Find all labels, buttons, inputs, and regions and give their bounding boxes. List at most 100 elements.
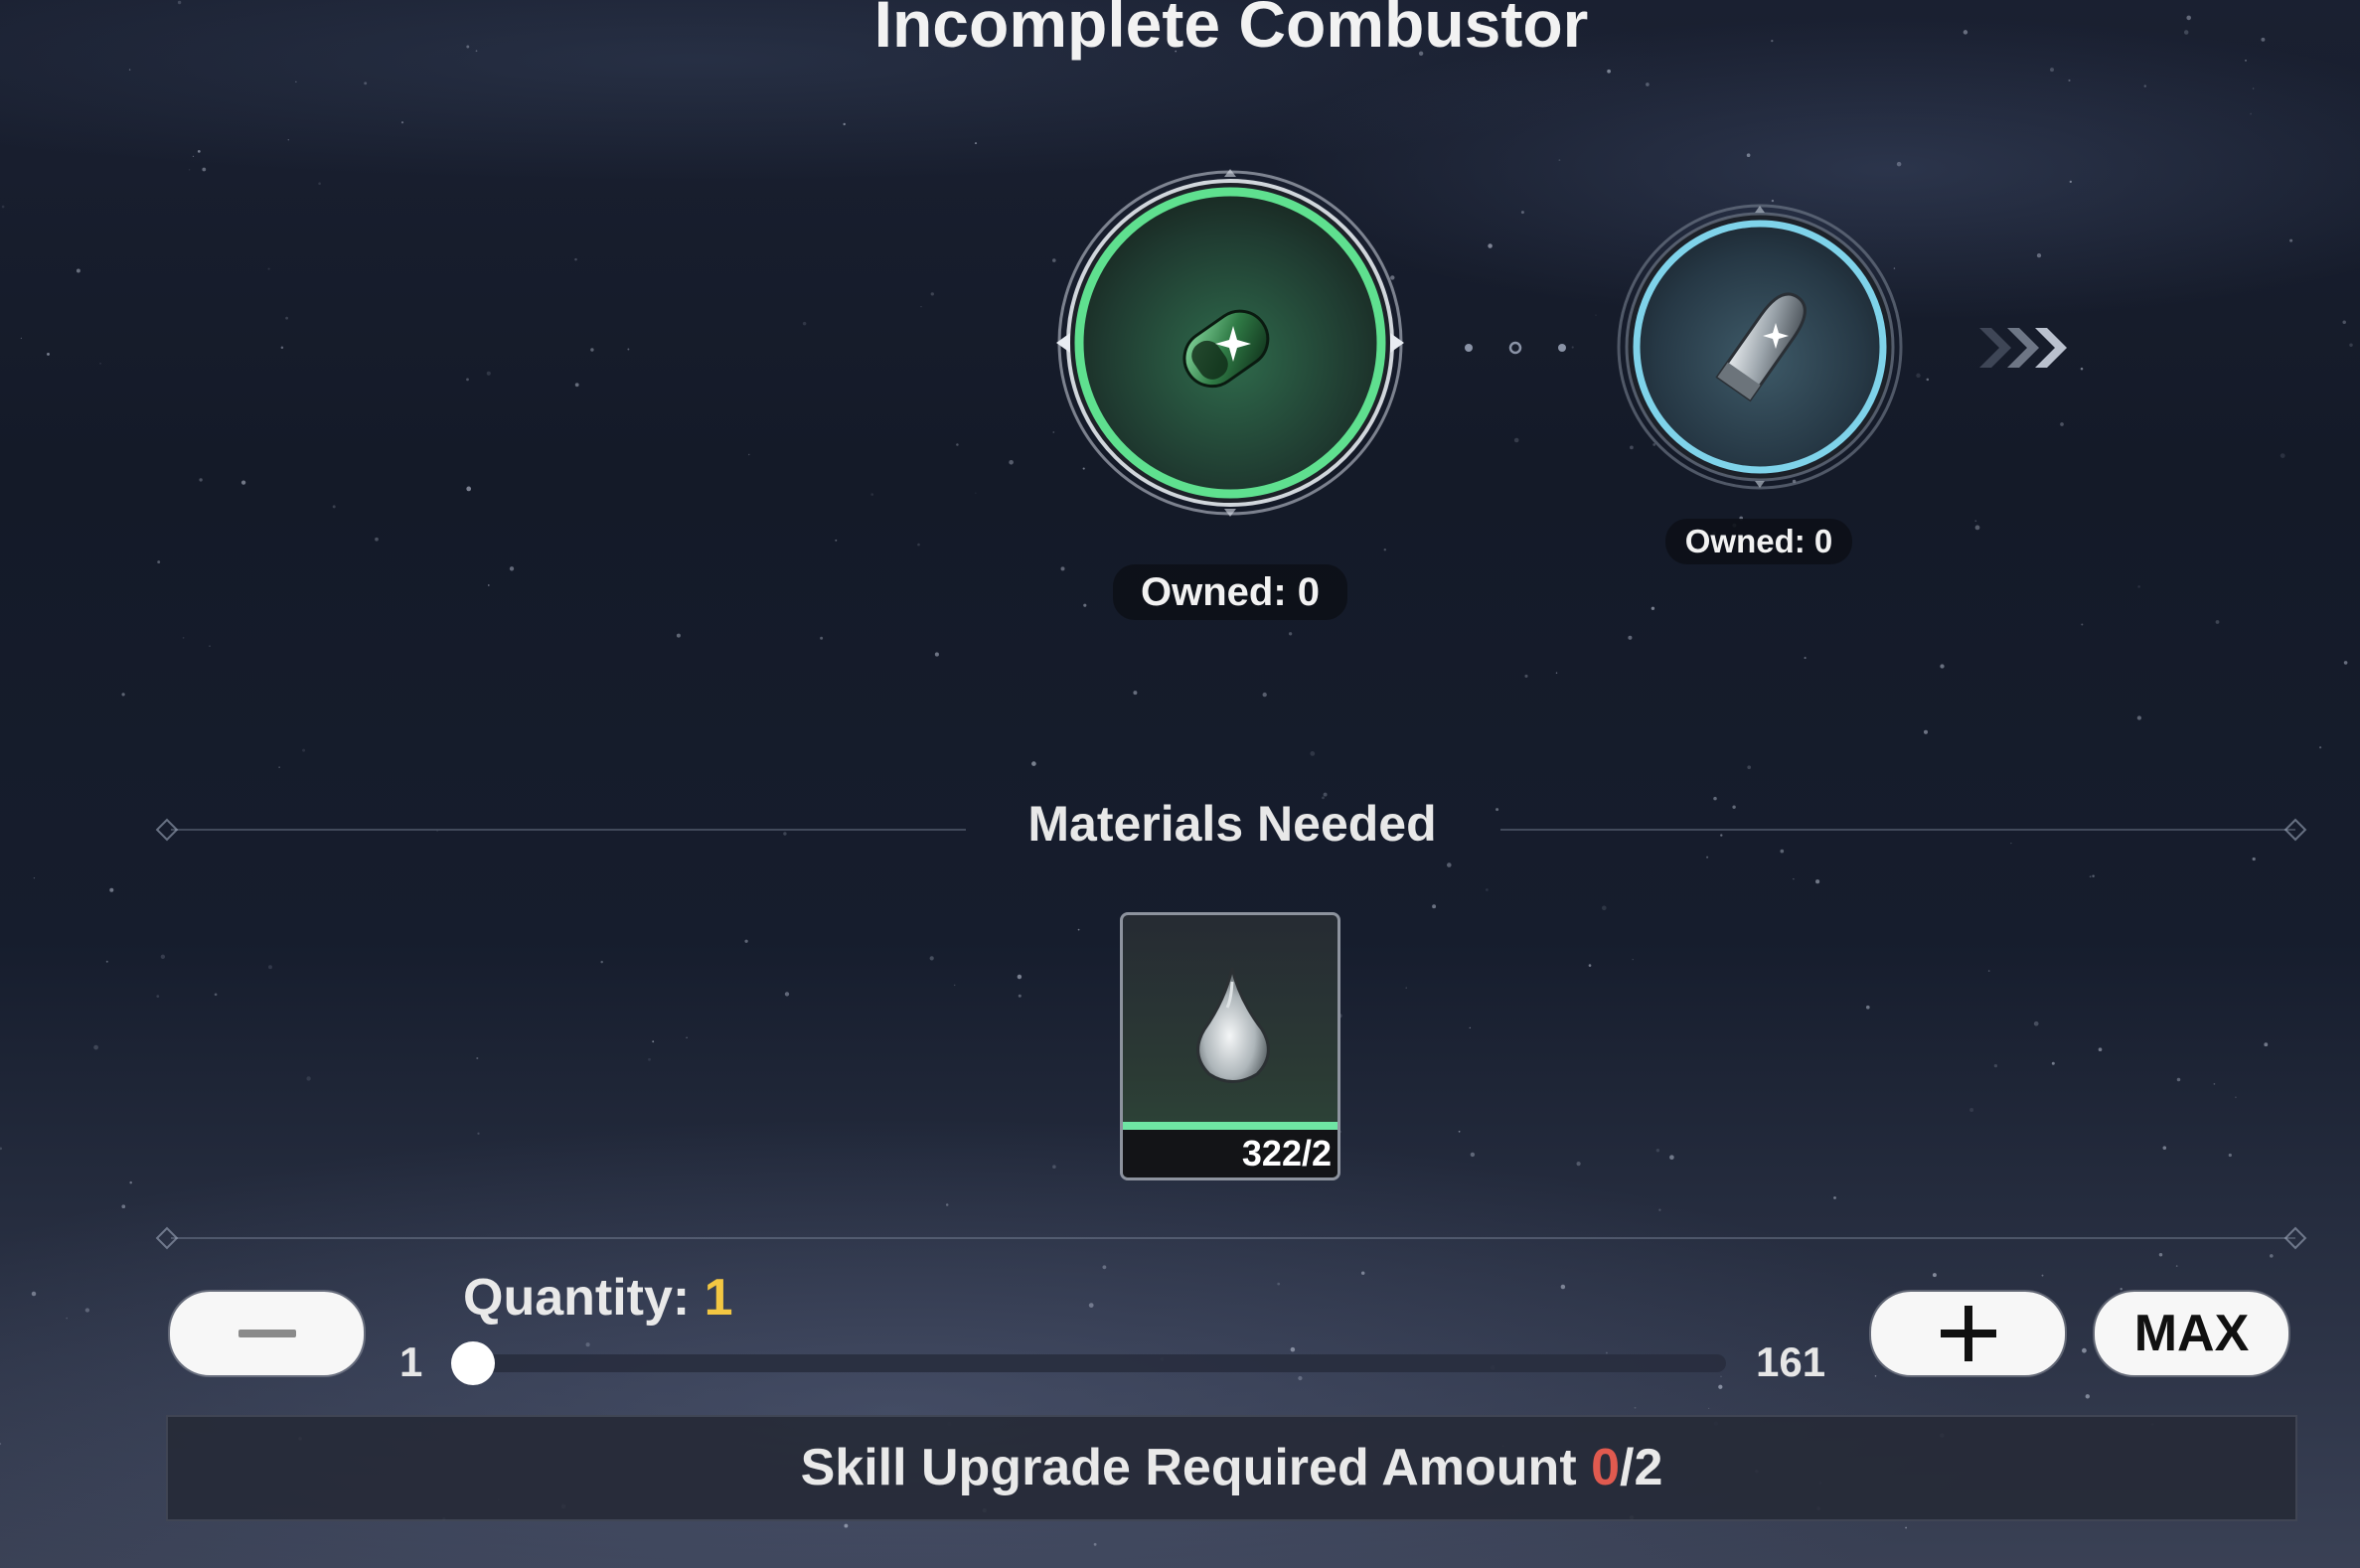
blue-metal-bullet-icon [1617, 204, 1903, 490]
star [129, 1180, 132, 1184]
star [2289, 238, 2293, 242]
star [1486, 888, 1489, 891]
star [1102, 1265, 1107, 1270]
star [1488, 243, 1493, 248]
star [1987, 970, 1990, 972]
star [76, 268, 80, 273]
star [1718, 1384, 1723, 1389]
star [1262, 692, 1267, 698]
divider-ornament [155, 818, 179, 842]
star [400, 121, 404, 124]
material-progress-bar [1123, 1122, 1337, 1130]
star [2228, 1153, 2232, 1158]
star [956, 443, 959, 446]
clear-droplet-icon [1196, 967, 1270, 1083]
star [1133, 691, 1138, 696]
star [585, 1342, 590, 1347]
star [1288, 632, 1293, 636]
material-item[interactable]: 322/2 [1120, 912, 1340, 1180]
star [1646, 82, 1650, 86]
material-count: 322/2 [1123, 1130, 1337, 1177]
star [1017, 974, 1023, 980]
star [157, 560, 161, 564]
quantity-max: 161 [1756, 1338, 1826, 1385]
star [509, 566, 515, 571]
star [477, 1132, 480, 1135]
star [652, 1040, 655, 1043]
star [2234, 1096, 2237, 1099]
star [1993, 1063, 1998, 1068]
materials-divider-right [1500, 829, 2295, 831]
star [1916, 373, 1921, 379]
star [2082, 1347, 2087, 1353]
star [1969, 1107, 1974, 1113]
divider-ornament [155, 1226, 179, 1250]
star [466, 486, 472, 492]
quantity-slider-thumb[interactable] [451, 1341, 495, 1385]
star [2162, 1146, 2167, 1150]
decrease-quantity-button[interactable] [170, 1292, 364, 1375]
star [33, 877, 36, 879]
star [1923, 729, 1929, 734]
star [105, 960, 108, 963]
star [1602, 905, 1607, 911]
star [1093, 1542, 1097, 1546]
star [2343, 661, 2348, 665]
star [2085, 1394, 2090, 1399]
requirement-status: Skill Upgrade Required Amount 0/2 [166, 1415, 2297, 1521]
star [648, 1057, 651, 1061]
quantity-label: Quantity: 1 [463, 1268, 733, 1328]
increase-quantity-button[interactable] [1871, 1292, 2065, 1375]
star [268, 965, 272, 970]
star [2050, 68, 2054, 73]
page-title: Incomplete Combustor [873, 0, 1589, 61]
star [1793, 877, 1795, 880]
owned-count-next: Owned: 0 [1665, 519, 1852, 564]
star [2175, 1265, 2178, 1267]
quantity-slider[interactable] [451, 1341, 1726, 1385]
star [93, 1044, 98, 1050]
star [1974, 520, 1977, 523]
star [2092, 874, 2095, 877]
star [2081, 623, 2084, 626]
star [1833, 1196, 1836, 1199]
star [1651, 606, 1655, 610]
star [2213, 1083, 2216, 1085]
max-quantity-button[interactable]: MAX [2095, 1292, 2288, 1375]
star [1560, 1284, 1566, 1290]
star [2319, 746, 2322, 749]
star [2137, 585, 2140, 588]
star [2033, 1020, 2039, 1026]
star [1052, 431, 1055, 433]
page-title-wrap: Incomplete Combustor [0, 0, 2360, 62]
star [929, 956, 934, 961]
star [476, 1056, 479, 1060]
star [1732, 805, 1736, 809]
owned-count-current: Owned: 0 [1113, 564, 1347, 620]
star [1277, 1282, 1281, 1286]
star [1470, 1152, 1476, 1158]
controls-divider [171, 1237, 2295, 1239]
star [627, 348, 630, 351]
minus-icon [237, 1330, 296, 1337]
star [1865, 1005, 1870, 1010]
star [1083, 603, 1087, 607]
star [1576, 1162, 1581, 1167]
star [332, 505, 336, 509]
star [844, 1523, 849, 1528]
star [600, 960, 603, 964]
star [31, 1291, 37, 1297]
star [2136, 715, 2142, 720]
upgrade-node-current[interactable] [1056, 169, 1404, 517]
star [2080, 367, 2084, 371]
star [2264, 1042, 2269, 1047]
upgrade-node-next[interactable] [1617, 204, 1903, 490]
star [1383, 549, 1387, 551]
quantity-value: 1 [704, 1269, 733, 1327]
star [1874, 1375, 1877, 1377]
star [1932, 1273, 1937, 1278]
materials-divider-left [171, 829, 966, 831]
star [820, 636, 824, 640]
star [2089, 875, 2092, 878]
star [2252, 857, 2256, 862]
